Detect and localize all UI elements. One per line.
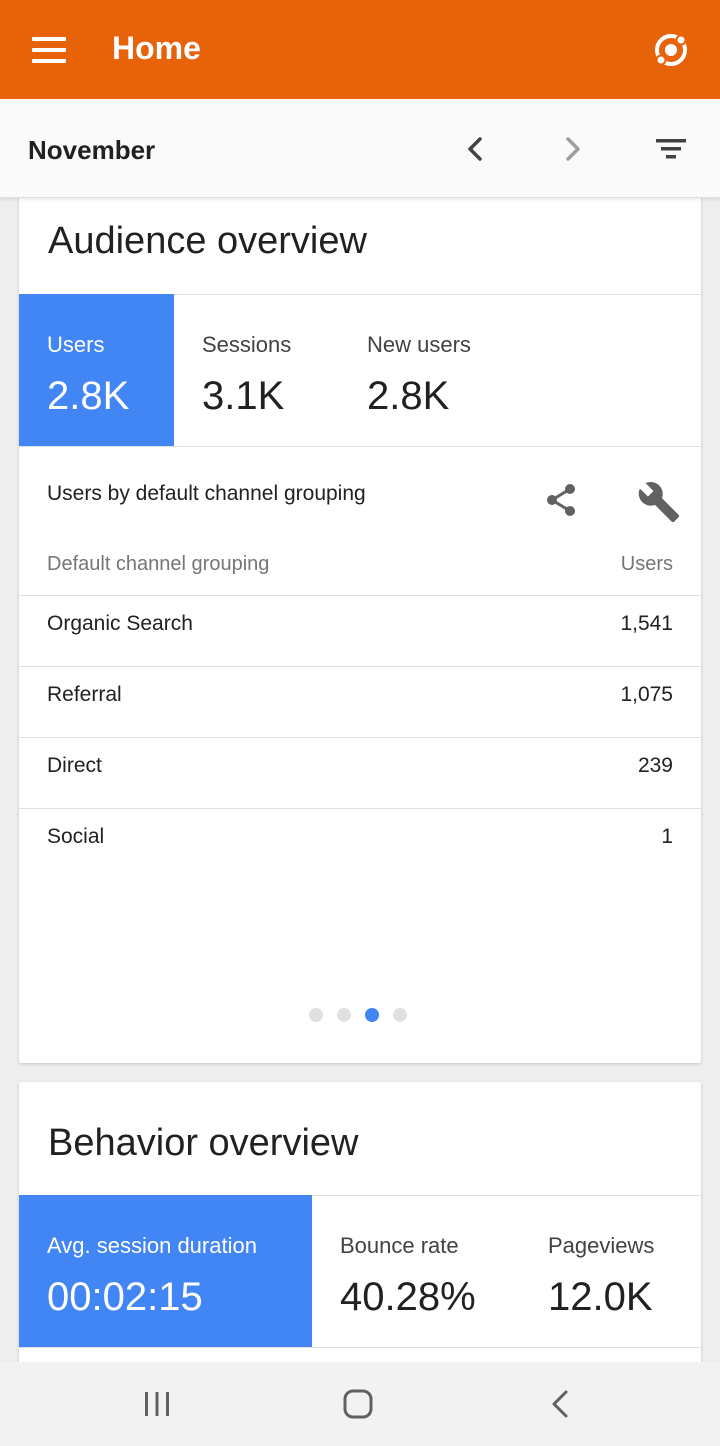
divider — [19, 446, 701, 447]
metric-value: 2.8K — [47, 374, 130, 418]
card-title: Behavior overview — [48, 1122, 359, 1164]
row-channel: Referral — [47, 683, 122, 706]
page-title: Home — [112, 30, 201, 66]
divider — [19, 1347, 701, 1348]
metric-tab-avg-session-duration[interactable]: Avg. session duration 00:02:15 — [19, 1195, 312, 1347]
metric-label: Avg. session duration — [47, 1233, 257, 1258]
row-channel: Direct — [47, 754, 102, 777]
back-button[interactable] — [544, 1386, 574, 1422]
app-bar: Home — [0, 0, 720, 99]
menu-icon-line — [32, 59, 66, 63]
page-indicator — [309, 1008, 407, 1022]
row-channel: Social — [47, 825, 105, 848]
filter-button[interactable] — [650, 129, 692, 169]
metric-value: 12.0K — [548, 1275, 653, 1319]
metric-value: 40.28% — [340, 1275, 476, 1319]
recents-icon — [145, 1392, 169, 1416]
column-header-channel: Default channel grouping — [47, 553, 270, 575]
metric-label: Bounce rate — [340, 1233, 459, 1258]
date-bar: November — [0, 99, 720, 198]
menu-icon-line — [32, 37, 66, 41]
table-row[interactable]: Organic Search 1,541 — [19, 595, 701, 666]
metric-label: New users — [367, 332, 471, 357]
chevron-left-icon — [468, 137, 482, 161]
metric-tab-new-users[interactable]: New users 2.8K — [339, 294, 539, 446]
table-row[interactable]: Direct 239 — [19, 737, 701, 808]
metric-label: Sessions — [202, 332, 292, 357]
menu-button[interactable] — [24, 28, 72, 72]
metric-tab-sessions[interactable]: Sessions 3.1K — [174, 294, 339, 446]
wrench-icon — [638, 482, 680, 523]
row-users: 1,075 — [620, 683, 673, 706]
page-dot-active[interactable] — [365, 1008, 379, 1022]
column-header-users: Users — [620, 553, 673, 575]
next-period-button[interactable] — [556, 129, 592, 169]
row-users: 239 — [637, 754, 673, 777]
metric-value: 3.1K — [202, 374, 285, 418]
home-button[interactable] — [338, 1384, 378, 1424]
share-icon — [547, 484, 575, 516]
account-switch-button[interactable] — [648, 27, 694, 73]
metric-tab-bounce-rate[interactable]: Bounce rate 40.28% — [312, 1195, 520, 1347]
account-switch-icon — [655, 34, 687, 66]
page-dot[interactable] — [309, 1008, 323, 1022]
system-navigation-bar — [0, 1362, 720, 1446]
row-channel: Organic Search — [47, 612, 193, 635]
home-icon — [343, 1389, 373, 1419]
share-button[interactable] — [541, 480, 581, 520]
metric-value: 00:02:15 — [47, 1275, 203, 1319]
date-range-label[interactable]: November — [28, 135, 155, 166]
table-row[interactable]: Social 1 — [19, 808, 701, 879]
chevron-right-icon — [566, 137, 580, 161]
customize-button[interactable] — [637, 480, 681, 524]
table-row[interactable]: Referral 1,075 — [19, 666, 701, 737]
metric-label: Pageviews — [548, 1233, 655, 1258]
card-title: Audience overview — [48, 220, 367, 262]
row-users: 1 — [661, 825, 673, 848]
metric-label: Users — [47, 332, 105, 357]
previous-period-button[interactable] — [458, 129, 494, 169]
audience-overview-card: Audience overview Users 2.8K Sessions 3.… — [19, 186, 701, 1063]
page-dot[interactable] — [393, 1008, 407, 1022]
metric-tab-pageviews[interactable]: Pageviews 12.0K — [520, 1195, 701, 1347]
behavior-overview-card: Behavior overview Avg. session duration … — [19, 1082, 701, 1382]
page-dot[interactable] — [337, 1008, 351, 1022]
metric-value: 2.8K — [367, 374, 450, 418]
metric-tab-users[interactable]: Users 2.8K — [19, 294, 174, 446]
row-users: 1,541 — [620, 612, 673, 635]
table-title: Users by default channel grouping — [47, 482, 366, 505]
recents-button[interactable] — [140, 1386, 174, 1422]
menu-icon-line — [32, 48, 66, 52]
filter-icon — [656, 139, 686, 159]
back-icon — [552, 1390, 568, 1418]
